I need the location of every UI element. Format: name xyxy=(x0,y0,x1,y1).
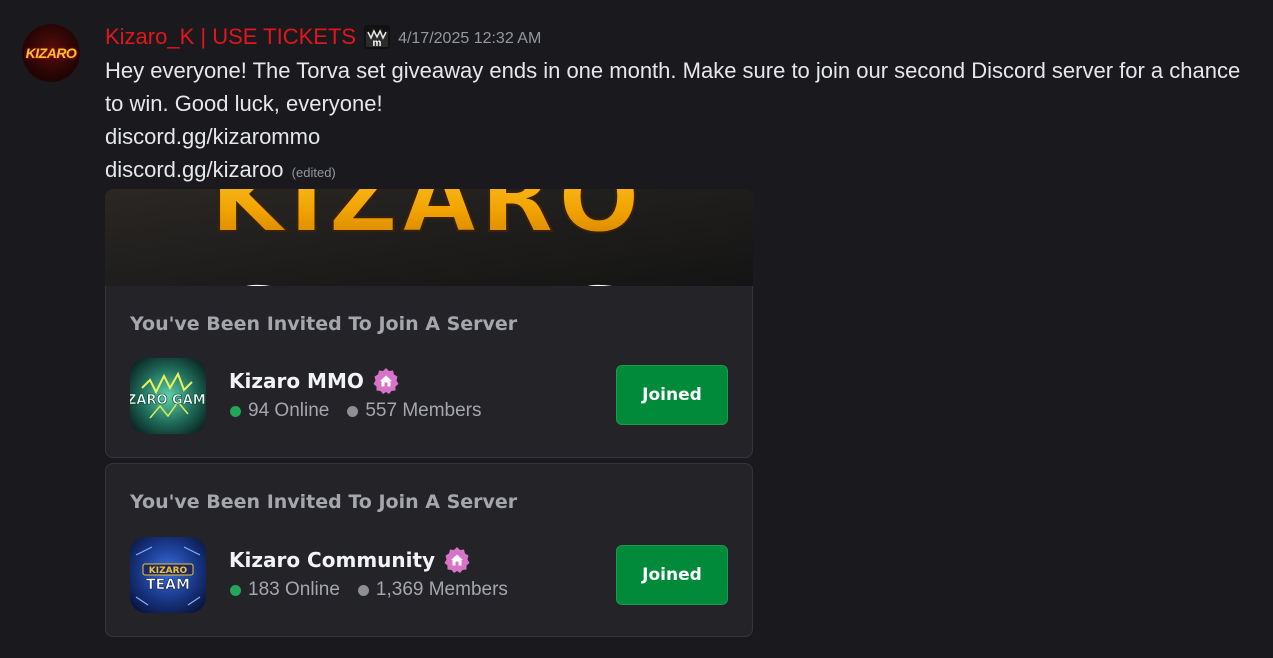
message-timestamp[interactable]: 4/17/2025 12:32 AM xyxy=(398,30,541,48)
partner-home-icon[interactable] xyxy=(372,367,400,395)
author-avatar[interactable]: KIZARO xyxy=(22,24,80,82)
avatar-logo-text: KIZARO xyxy=(25,45,77,61)
joined-button[interactable]: Joined xyxy=(616,365,728,425)
svg-text:KIZARO: KIZARO xyxy=(149,566,188,576)
invite-link-1[interactable]: discord.gg/kizarommo xyxy=(105,120,1245,153)
server-name[interactable]: Kizaro Community xyxy=(229,548,435,572)
invite-heading: You've Been Invited To Join A Server xyxy=(130,491,518,513)
message-header: Kizaro_K | USE TICKETS m 4/17/2025 12:32… xyxy=(105,22,541,52)
server-stats: 94 Online 557 Members xyxy=(230,400,482,422)
member-count: 557 Members xyxy=(365,400,482,421)
author-username[interactable]: Kizaro_K | USE TICKETS xyxy=(105,24,356,50)
server-icon-kizaro-mmo[interactable]: KIZARO GAMES xyxy=(130,358,206,434)
banner-text-top: KIZARO xyxy=(210,189,644,254)
chat-message: KIZARO Kizaro_K | USE TICKETS m 4/17/202… xyxy=(0,0,1273,658)
invite-heading: You've Been Invited To Join A Server xyxy=(130,313,518,335)
joined-button[interactable]: Joined xyxy=(616,545,728,605)
members-dot-icon xyxy=(357,584,369,596)
members-dot-icon xyxy=(347,405,359,417)
banner-text-bottom: GAMES xyxy=(212,266,641,286)
server-name-row: Kizaro Community xyxy=(229,546,471,574)
server-invite-card: You've Been Invited To Join A Server KIZ… xyxy=(105,463,753,637)
server-stats: 183 Online 1,369 Members xyxy=(230,579,508,601)
svg-text:m: m xyxy=(373,38,382,49)
message-text: Hey everyone! The Torva set giveaway end… xyxy=(105,58,1241,116)
server-name-row: Kizaro MMO xyxy=(229,367,400,395)
invite-link-2[interactable]: discord.gg/kizaroo xyxy=(105,157,284,182)
online-count: 183 Online xyxy=(248,579,340,600)
online-dot-icon xyxy=(230,405,241,417)
crown-m-icon[interactable]: m xyxy=(362,22,392,52)
svg-text:TEAM: TEAM xyxy=(146,577,190,593)
server-icon-kizaro-community[interactable]: KIZARO TEAM xyxy=(130,537,206,613)
embed-banner-image[interactable]: KIZARO GAMES xyxy=(105,189,753,286)
server-name[interactable]: Kizaro MMO xyxy=(229,369,364,393)
member-count: 1,369 Members xyxy=(375,579,508,600)
edited-label[interactable]: (edited) xyxy=(292,165,336,180)
online-count: 94 Online xyxy=(248,400,330,421)
svg-text:KIZARO GAMES: KIZARO GAMES xyxy=(130,393,206,408)
online-dot-icon xyxy=(230,584,241,596)
invite-link-2-line: discord.gg/kizaroo (edited) xyxy=(105,153,1245,189)
message-content: Hey everyone! The Torva set giveaway end… xyxy=(105,54,1245,189)
partner-home-icon[interactable] xyxy=(443,546,471,574)
server-invite-card: You've Been Invited To Join A Server KIZ… xyxy=(105,286,753,458)
